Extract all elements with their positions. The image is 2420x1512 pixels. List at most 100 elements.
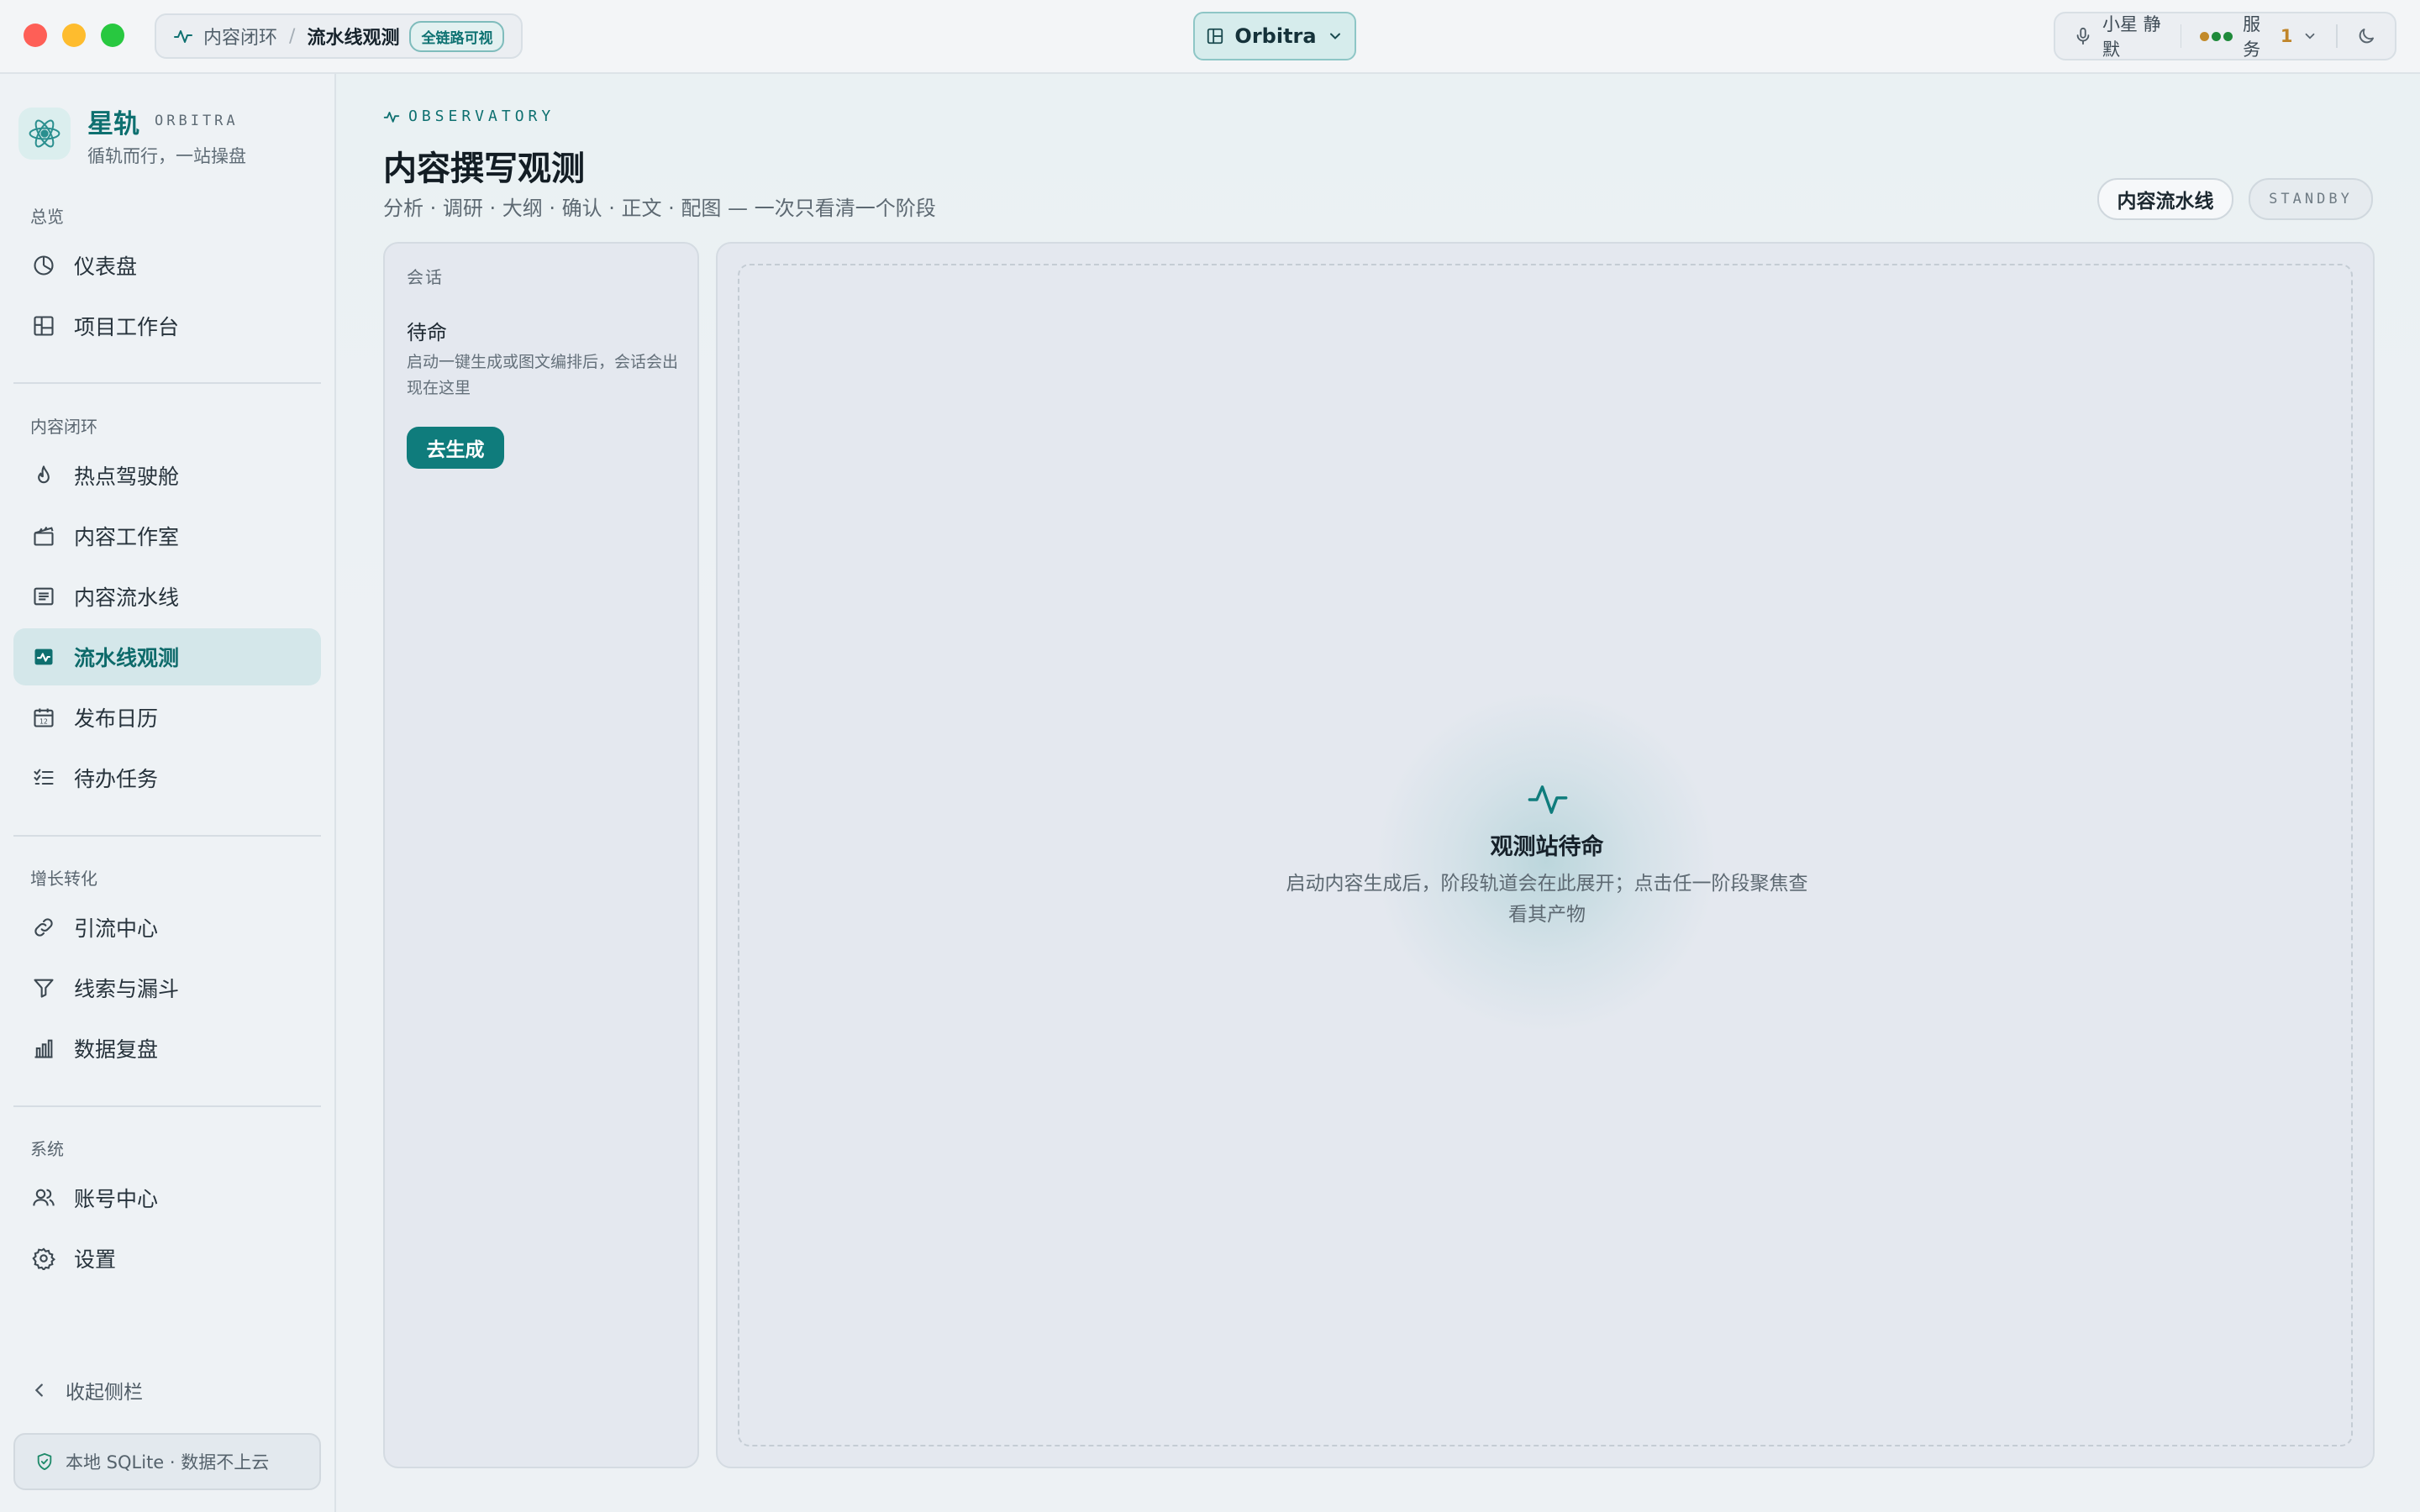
gauge-icon bbox=[30, 252, 57, 279]
brand-name: 星轨 bbox=[87, 109, 139, 139]
divider bbox=[2336, 24, 2338, 48]
main-content: OBSERVATORY 内容撰写观测 分析 · 调研 · 大纲 · 确认 · 正… bbox=[336, 74, 2420, 1512]
clapperboard-icon bbox=[30, 522, 57, 549]
stage-dropzone: 观测站待命 启动内容生成后，阶段轨道会在此展开；点击任一阶段聚焦查看其产物 bbox=[738, 264, 2353, 1446]
atom-logo-icon bbox=[18, 108, 71, 160]
content-pipeline-button[interactable]: 内容流水线 bbox=[2097, 178, 2233, 220]
sidebar-item-label: 发布日历 bbox=[74, 706, 159, 731]
flame-icon bbox=[30, 462, 57, 489]
sidebar-item-traffic[interactable]: 引流中心 bbox=[13, 899, 321, 956]
service-label[interactable]: 服务 bbox=[2243, 11, 2270, 61]
sidebar-item-studio[interactable]: 内容工作室 bbox=[13, 507, 321, 564]
grid-layout-icon bbox=[30, 312, 57, 339]
sidebar-item-observatory[interactable]: 流水线观测 bbox=[13, 628, 321, 685]
section-title-overview: 总览 bbox=[30, 207, 64, 227]
minimize-window-button[interactable] bbox=[62, 24, 86, 47]
sidebar: 星轨 ORBITRA 循轨而行，一站操盘 总览 仪表盘 项目工作台 内容闭环 热… bbox=[0, 74, 336, 1512]
session-panel: 会话 待命 启动一键生成或图文编排后，会话会出现在这里 去生成 bbox=[383, 242, 699, 1468]
workspace-name: Orbitra bbox=[1234, 24, 1317, 48]
empty-state-description: 启动内容生成后，阶段轨道会在此展开；点击任一阶段聚焦查看其产物 bbox=[1286, 873, 1808, 926]
service-dot bbox=[2200, 31, 2210, 41]
sidebar-divider bbox=[13, 1105, 321, 1107]
collapse-label: 收起侧栏 bbox=[66, 1382, 143, 1404]
close-window-button[interactable] bbox=[24, 24, 47, 47]
page-eyebrow-text: OBSERVATORY bbox=[408, 108, 555, 125]
sidebar-item-label: 账号中心 bbox=[74, 1187, 159, 1211]
section-title-content-loop: 内容闭环 bbox=[30, 417, 97, 437]
chevron-down-icon bbox=[1327, 28, 1344, 45]
go-generate-button[interactable]: 去生成 bbox=[407, 427, 504, 469]
session-description: 启动一键生成或图文编排后，会话会出现在这里 bbox=[407, 353, 679, 397]
svg-text:12: 12 bbox=[39, 718, 48, 726]
sidebar-item-settings[interactable]: 设置 bbox=[13, 1230, 321, 1287]
collapse-sidebar-button[interactable]: 收起侧栏 bbox=[30, 1376, 143, 1404]
breadcrumb-current: 流水线观测 bbox=[307, 28, 400, 49]
brand-slogan: 循轨而行，一站操盘 bbox=[87, 146, 246, 166]
session-panel-label: 会话 bbox=[407, 267, 444, 287]
sidebar-divider bbox=[13, 382, 321, 384]
sidebar-item-label: 引流中心 bbox=[74, 916, 159, 941]
sidebar-item-todo[interactable]: 待办任务 bbox=[13, 749, 321, 806]
sidebar-item-calendar[interactable]: 12 发布日历 bbox=[13, 689, 321, 746]
service-count: 1 bbox=[2280, 26, 2293, 46]
service-dot bbox=[2223, 31, 2233, 41]
sidebar-item-label: 热点驾驶舱 bbox=[74, 465, 180, 489]
chevron-down-icon[interactable] bbox=[2302, 29, 2317, 44]
list-icon bbox=[30, 583, 57, 610]
breadcrumb-tag: 全链路可视 bbox=[409, 20, 505, 52]
section-title-growth: 增长转化 bbox=[30, 869, 97, 889]
zoom-window-button[interactable] bbox=[101, 24, 124, 47]
sidebar-divider bbox=[13, 835, 321, 837]
service-status-dots bbox=[2200, 31, 2233, 41]
brand-english-name: ORBITRA bbox=[155, 113, 239, 129]
chevron-left-icon bbox=[30, 1381, 49, 1399]
sidebar-item-accounts[interactable]: 账号中心 bbox=[13, 1169, 321, 1226]
session-state: 待命 bbox=[407, 321, 447, 344]
divider bbox=[2180, 24, 2182, 48]
dark-mode-toggle[interactable] bbox=[2356, 26, 2376, 46]
section-title-system: 系统 bbox=[30, 1139, 64, 1159]
sidebar-item-label: 流水线观测 bbox=[74, 646, 180, 670]
sidebar-item-label: 线索与漏斗 bbox=[74, 977, 180, 1001]
page-eyebrow: OBSERVATORY bbox=[383, 108, 555, 125]
sidebar-item-review[interactable]: 数据复盘 bbox=[13, 1020, 321, 1077]
service-dot bbox=[2212, 31, 2222, 41]
users-icon bbox=[30, 1184, 57, 1211]
pulse-icon bbox=[173, 26, 193, 46]
title-bar: 内容闭环 / 流水线观测 全链路可视 Orbitra 小星 静默 服务 1 bbox=[0, 0, 2420, 74]
checklist-icon bbox=[30, 764, 57, 791]
storage-note: 本地 SQLite · 数据不上云 bbox=[13, 1433, 321, 1490]
funnel-icon bbox=[30, 974, 57, 1001]
pulse-icon bbox=[1526, 778, 1570, 822]
storage-note-text: 本地 SQLite · 数据不上云 bbox=[66, 1452, 270, 1473]
radial-glow bbox=[1378, 694, 1714, 1030]
pulse-icon bbox=[383, 108, 400, 125]
sidebar-item-pipeline[interactable]: 内容流水线 bbox=[13, 568, 321, 625]
sidebar-item-label: 数据复盘 bbox=[74, 1037, 159, 1062]
layout-icon bbox=[1206, 27, 1224, 45]
shield-check-icon bbox=[35, 1452, 54, 1471]
sidebar-item-label: 仪表盘 bbox=[74, 255, 138, 279]
sidebar-item-label: 项目工作台 bbox=[74, 315, 180, 339]
status-bar: 小星 静默 服务 1 bbox=[2054, 12, 2396, 60]
sidebar-item-label: 设置 bbox=[74, 1247, 117, 1272]
sidebar-item-leads[interactable]: 线索与漏斗 bbox=[13, 959, 321, 1016]
sidebar-item-workbench[interactable]: 项目工作台 bbox=[13, 297, 321, 354]
sidebar-item-hotspot[interactable]: 热点驾驶舱 bbox=[13, 447, 321, 504]
sidebar-item-label: 内容流水线 bbox=[74, 585, 180, 610]
calendar-icon: 12 bbox=[30, 704, 57, 731]
stage-track-panel: 观测站待命 启动内容生成后，阶段轨道会在此展开；点击任一阶段聚焦查看其产物 bbox=[716, 242, 2375, 1468]
breadcrumb-parent[interactable]: 内容闭环 bbox=[203, 23, 277, 50]
empty-state-title: 观测站待命 bbox=[1490, 834, 1604, 860]
gear-icon bbox=[30, 1245, 57, 1272]
breadcrumb: 内容闭环 / 流水线观测 全链路可视 bbox=[155, 13, 523, 59]
microphone-icon[interactable] bbox=[2074, 27, 2092, 45]
page-subtitle: 分析 · 调研 · 大纲 · 确认 · 正文 · 配图 — 一次只看清一个阶段 bbox=[383, 197, 936, 220]
breadcrumb-separator: / bbox=[289, 25, 296, 47]
workspace-switcher[interactable]: Orbitra bbox=[1193, 12, 1356, 60]
voice-status[interactable]: 小星 静默 bbox=[2102, 11, 2162, 61]
sidebar-item-label: 内容工作室 bbox=[74, 525, 180, 549]
sidebar-item-dashboard[interactable]: 仪表盘 bbox=[13, 237, 321, 294]
status-badge: STANDBY bbox=[2249, 178, 2373, 220]
page-title: 内容撰写观测 bbox=[383, 150, 585, 188]
